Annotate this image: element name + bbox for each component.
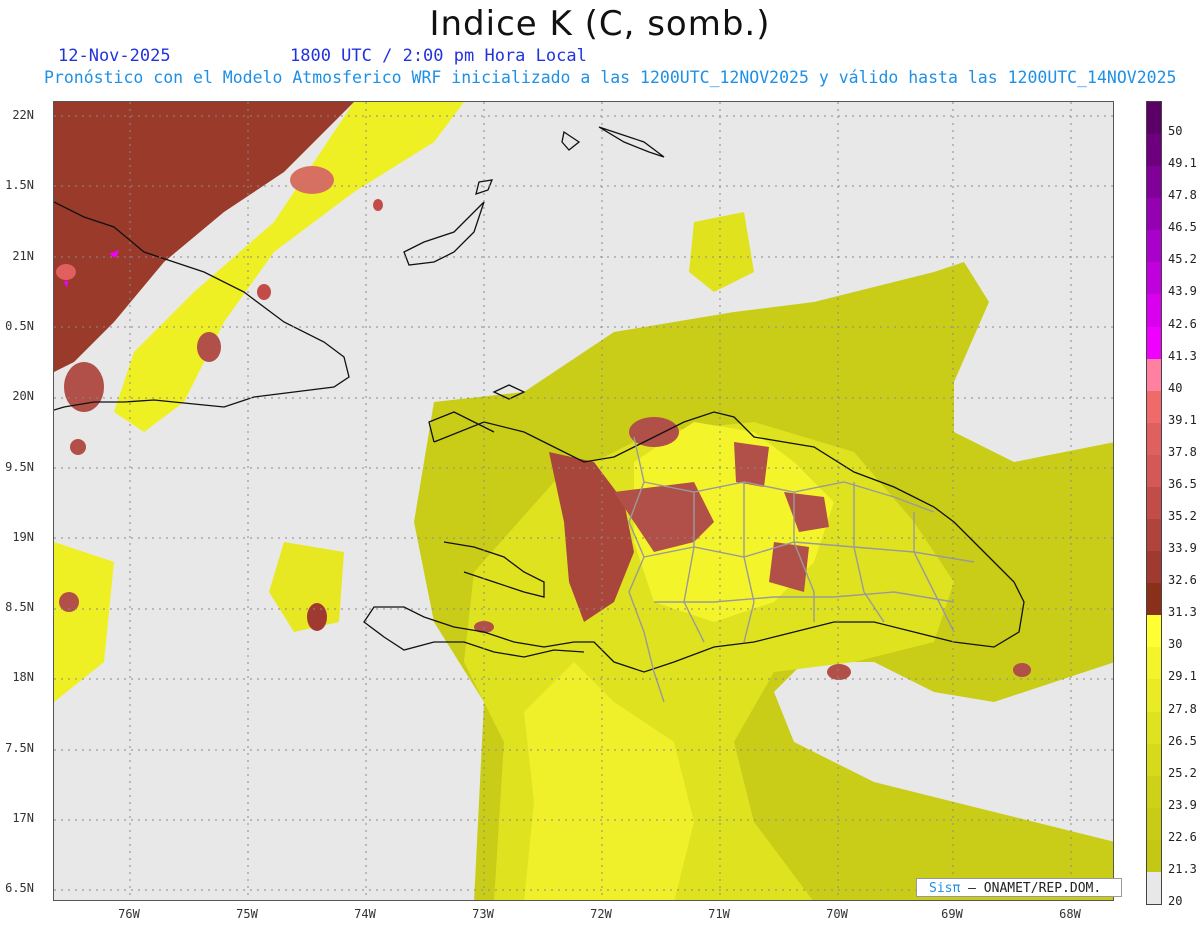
colorbar-label: 47.8 [1168,188,1197,203]
latitude-label: 17N [12,811,34,825]
longitude-label: 74W [354,907,376,921]
latitude-label: 19N [12,529,34,544]
colorbar-step [1147,775,1161,809]
time-label: 1800 UTC / 2:00 pm Hora Local [290,46,587,66]
colorbar-label: 22.6 [1168,829,1197,844]
colorbar-label: 33.9 [1168,541,1197,556]
latitude-label: 6.5N [5,881,34,896]
colorbar-label: 39.1 [1168,412,1197,427]
colorbar-label: 42.6 [1168,316,1197,331]
colorbar-step [1147,390,1161,424]
latitude-label: 20N [12,389,34,404]
colorbar-label: 35.2 [1168,509,1197,524]
longitude-label: 71W [708,907,730,921]
latitude-label: 18N [12,670,34,685]
colorbar-step [1147,422,1161,456]
forecast-description: Pronóstico con el Modelo Atmosferico WRF… [44,68,1177,87]
colorbar-step [1147,711,1161,745]
colorbar-label: 25.2 [1168,765,1197,780]
chart-title: Indice K (C, somb.) [429,4,771,44]
colorbar-step [1147,839,1161,873]
map-canvas [54,102,1113,900]
latitude-label: 22N [12,108,34,122]
colorbar-label: 31.3 [1168,605,1197,620]
colorbar-step [1147,743,1161,777]
latitude-label: 1.5N [5,178,34,193]
credit-box: Sisπ – ONAMET/REP.DOM. [916,878,1122,897]
k-index-colorbar [1146,101,1162,905]
colorbar-step [1147,326,1161,360]
longitude-label: 70W [826,907,848,921]
colorbar-label: 46.5 [1168,220,1197,235]
colorbar-step [1147,647,1161,680]
colorbar-step [1147,294,1161,328]
colorbar-step [1147,134,1161,167]
colorbar-step [1147,358,1161,392]
colorbar-step [1147,583,1161,616]
colorbar-label: 50 [1168,124,1183,139]
colorbar-label: 40 [1168,380,1183,395]
colorbar-step [1147,102,1161,135]
credit-text: – ONAMET/REP.DOM. [968,881,1102,896]
colorbar-label: 30 [1168,637,1183,652]
colorbar-step [1147,198,1161,231]
colorbar-step [1147,486,1161,520]
longitude-label: 73W [472,907,494,921]
colorbar-label: 20 [1168,894,1183,908]
colorbar-label: 41.3 [1168,348,1197,363]
colorbar-label: 49.1 [1168,156,1197,171]
colorbar-step [1147,166,1161,199]
longitude-label: 68W [1059,907,1081,921]
latitude-label: 8.5N [5,600,34,615]
date-label: 12-Nov-2025 [58,46,171,66]
colorbar-label: 23.9 [1168,797,1197,812]
colorbar-step [1147,230,1161,263]
map-panel [53,101,1114,901]
colorbar-step [1147,615,1161,648]
longitude-label: 69W [941,907,963,921]
colorbar-step [1147,807,1161,841]
colorbar-label: 29.1 [1168,669,1197,684]
colorbar-label: 27.8 [1168,701,1197,716]
colorbar-label: 43.9 [1168,284,1197,299]
colorbar-label: 32.6 [1168,573,1197,588]
colorbar-step [1147,454,1161,488]
colorbar-step [1147,551,1161,584]
latitude-label: 21N [12,248,34,263]
colorbar-label: 21.3 [1168,861,1197,876]
colorbar-step [1147,679,1161,713]
colorbar-step [1147,519,1161,552]
colorbar-label: 26.5 [1168,733,1197,748]
latitude-label: 0.5N [5,318,34,333]
colorbar-step [1147,262,1161,295]
longitude-label: 72W [590,907,612,921]
latitude-label: 9.5N [5,459,34,474]
colorbar-label: 45.2 [1168,252,1197,267]
brand-logo-text: Sisπ [929,881,961,896]
colorbar-label: 37.8 [1168,444,1197,459]
colorbar-label: 36.5 [1168,476,1197,491]
longitude-label: 75W [236,907,258,921]
latitude-label: 7.5N [5,740,34,755]
longitude-label: 76W [118,907,140,921]
colorbar-step [1147,871,1161,905]
